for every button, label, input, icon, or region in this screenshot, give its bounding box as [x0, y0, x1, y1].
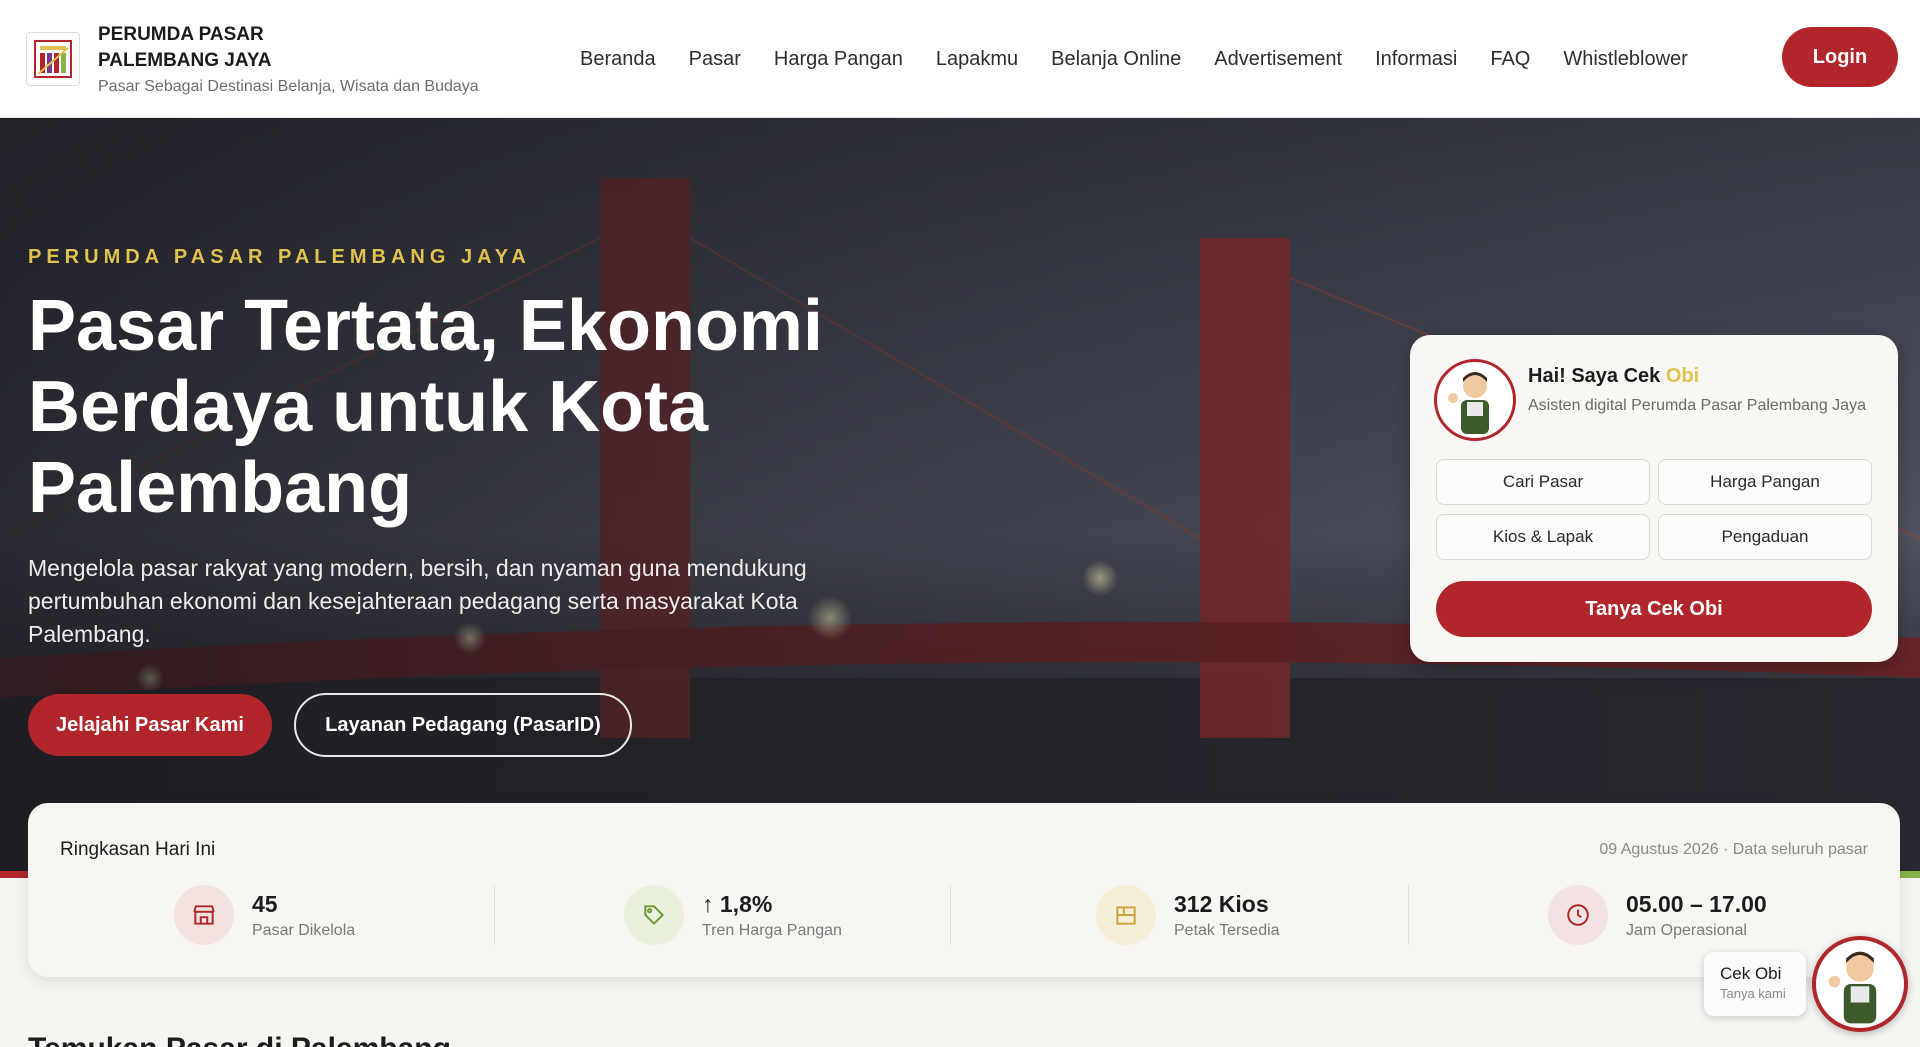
nav-faq[interactable]: FAQ — [1490, 48, 1530, 71]
assistant-greeting-prefix: Hai! Saya Cek — [1528, 365, 1666, 387]
logo-icon — [26, 31, 80, 86]
stat-label: Tren Harga Pangan — [702, 921, 842, 939]
stat-kiosks: 312 Kios Petak Tersedia — [1096, 885, 1280, 945]
quick-action-pengaduan[interactable]: Pengaduan — [1658, 514, 1872, 560]
stat-label: Pasar Dikelola — [252, 921, 356, 939]
assistant-card: Hai! Saya Cek Obi Asisten digital Perumd… — [1410, 335, 1898, 662]
hero-description: Mengelola pasar rakyat yang modern, bers… — [28, 555, 807, 647]
brand-tagline: Pasar Sebagai Destinasi Belanja, Wisata … — [98, 77, 479, 95]
quick-action-kios-lapak[interactable]: Kios & Lapak — [1436, 514, 1650, 560]
stat-divider — [1408, 885, 1409, 945]
clock-icon — [1548, 885, 1608, 945]
stat-hours: 05.00 – 17.00 Jam Operasional — [1548, 885, 1767, 945]
summary-title: Ringkasan Hari Ini — [60, 839, 216, 860]
mascot-avatar-icon — [1434, 359, 1516, 441]
nav-whistleblower[interactable]: Whistleblower — [1563, 48, 1687, 71]
floating-assistant-subtitle: Tanya kami — [1720, 986, 1786, 1001]
stat-label: Jam Operasional — [1626, 921, 1747, 939]
brand-name: PERUMDA PASAR PALEMBANG JAYA — [98, 23, 272, 71]
store-icon — [174, 885, 234, 945]
stat-markets: 45 Pasar Dikelola — [174, 885, 355, 945]
explore-markets-button[interactable]: Jelajahi Pasar Kami — [28, 694, 272, 756]
nav-informasi[interactable]: Informasi — [1375, 48, 1457, 71]
stat-value: 312 Kios — [1174, 890, 1269, 917]
stat-divider — [494, 885, 495, 945]
assistant-greeting: Hai! Saya Cek Obi — [1528, 365, 1699, 388]
assistant-subtitle: Asisten digital Perumda Pasar Palembang … — [1528, 397, 1866, 414]
nav-pasar[interactable]: Pasar — [689, 48, 741, 71]
floating-assistant-label[interactable]: Cek Obi Tanya kami — [1704, 952, 1806, 1016]
stat-price-trend: ↑ 1,8% Tren Harga Pangan — [624, 885, 842, 945]
hero-title: Pasar Tertata, Ekonomi Berdaya untuk Kot… — [28, 286, 823, 528]
nav-advertisement[interactable]: Advertisement — [1214, 48, 1342, 71]
price-tag-icon — [624, 885, 684, 945]
accent-bar-left — [0, 871, 30, 878]
brand[interactable]: PERUMDA PASAR PALEMBANG JAYA Pasar Sebag… — [26, 22, 479, 96]
stat-value: ↑ 1,8% — [702, 890, 773, 917]
daily-summary-panel: Ringkasan Hari Ini 09 Agustus 2026 · Dat… — [28, 803, 1900, 977]
nav-belanja-online[interactable]: Belanja Online — [1051, 48, 1181, 71]
quick-action-harga-pangan[interactable]: Harga Pangan — [1658, 459, 1872, 505]
floating-assistant-name: Cek Obi — [1720, 964, 1782, 983]
stat-value: 45 — [252, 890, 278, 917]
nav-harga-pangan[interactable]: Harga Pangan — [774, 48, 903, 71]
hero-eyebrow: PERUMDA PASAR PALEMBANG JAYA — [28, 246, 531, 268]
stat-label: Petak Tersedia — [1174, 921, 1280, 939]
next-section-title: Temukan Pasar di Palembang — [28, 1032, 451, 1047]
stat-value: 05.00 – 17.00 — [1626, 890, 1767, 917]
nav-lapakmu[interactable]: Lapakmu — [936, 48, 1018, 71]
kiosk-icon — [1096, 885, 1156, 945]
login-button[interactable]: Login — [1782, 27, 1898, 87]
stat-divider — [950, 885, 951, 945]
assistant-name: Obi — [1665, 365, 1700, 387]
nav-beranda[interactable]: Beranda — [580, 48, 656, 71]
site-header: PERUMDA PASAR PALEMBANG JAYA Pasar Sebag… — [0, 0, 1920, 118]
quick-action-cari-pasar[interactable]: Cari Pasar — [1436, 459, 1650, 505]
ask-assistant-button[interactable]: Tanya Cek Obi — [1436, 581, 1872, 637]
merchant-services-button[interactable]: Layanan Pedagang (PasarID) — [294, 693, 632, 757]
main-nav: Beranda Pasar Harga Pangan Lapakmu Belan… — [580, 0, 1688, 118]
summary-date: 09 Agustus 2026 · Data seluruh pasar — [1599, 841, 1868, 858]
floating-mascot-icon[interactable] — [1812, 936, 1908, 1032]
